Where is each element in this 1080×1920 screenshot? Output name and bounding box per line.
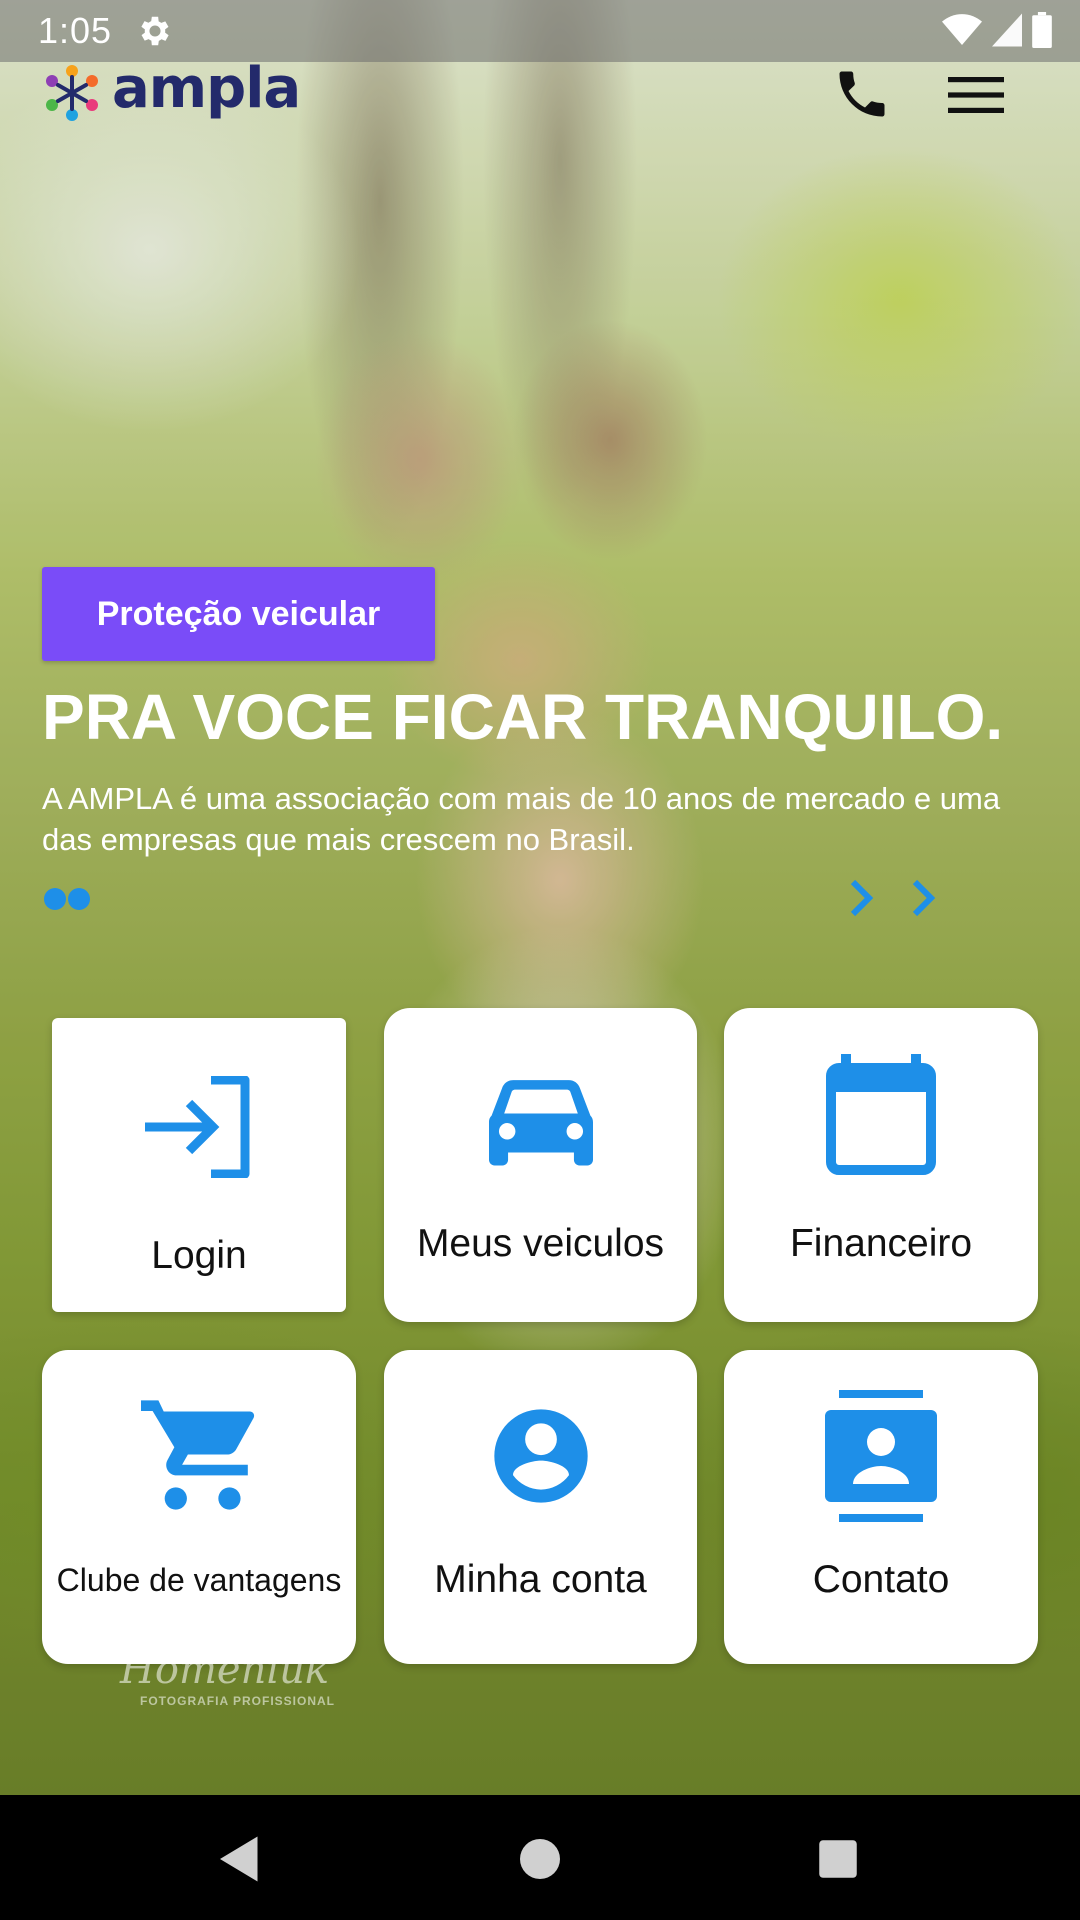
- app-header: ampla: [0, 56, 1080, 172]
- car-icon: [488, 1080, 593, 1166]
- tile-minha-conta[interactable]: Minha conta: [384, 1350, 697, 1664]
- status-bar: 1:05: [0, 0, 1080, 62]
- cell-signal-icon: [992, 13, 1022, 47]
- tile-contato[interactable]: Contato: [724, 1350, 1038, 1664]
- tile-label: Clube de vantagens: [56, 1562, 342, 1598]
- status-icons: [942, 12, 1052, 48]
- contact-card-icon: [825, 1390, 937, 1522]
- hero-title: PRA VOCE FICAR TRANQUILO.: [42, 681, 1004, 753]
- status-time: 1:05: [38, 10, 113, 51]
- calendar-icon: [826, 1054, 936, 1175]
- photographer-watermark: Homeniuk: [120, 1647, 330, 1693]
- wifi-icon: [942, 14, 982, 45]
- logo-wordmark: ampla: [112, 56, 301, 121]
- system-nav-bar: [0, 1795, 1080, 1920]
- tile-label: Contato: [812, 1558, 950, 1601]
- carousel-dot[interactable]: [68, 888, 90, 910]
- login-icon: [145, 1076, 250, 1178]
- shopping-cart-icon: [141, 1400, 255, 1510]
- app-screen: 1:05 ampla Proteção veicular PRA VOCE FI…: [0, 0, 1080, 1920]
- tile-login[interactable]: Login: [52, 1018, 346, 1312]
- hamburger-menu-icon[interactable]: [948, 70, 1004, 120]
- tile-clube-de-vantagens[interactable]: Clube de vantagens: [42, 1350, 356, 1664]
- carousel-indicator: [44, 888, 90, 910]
- tile-label: Meus veiculos: [416, 1222, 665, 1265]
- back-icon[interactable]: [210, 1829, 270, 1889]
- phone-icon[interactable]: [832, 64, 892, 124]
- tile-label: Login: [151, 1234, 247, 1277]
- tile-label: Financeiro: [789, 1222, 973, 1265]
- gear-icon: [141, 16, 169, 46]
- ampla-logo[interactable]: ampla: [40, 56, 301, 124]
- tile-label: Minha conta: [434, 1558, 647, 1601]
- tile-financeiro[interactable]: Financeiro: [724, 1008, 1038, 1322]
- battery-icon: [1032, 12, 1052, 48]
- logo-mark-icon: [46, 65, 98, 121]
- photographer-watermark-subtitle: FOTOGRAFIA PROFISSIONAL: [140, 1694, 336, 1708]
- hero-description: A AMPLA é uma associação com mais de 10 …: [42, 781, 1001, 857]
- chevron-right-icon[interactable]: [908, 878, 938, 918]
- hero-badge-protecao-veicular[interactable]: Proteção veicular: [42, 567, 435, 661]
- chevron-right-icon[interactable]: [846, 878, 876, 918]
- home-icon[interactable]: [510, 1829, 570, 1889]
- carousel-dot[interactable]: [44, 888, 66, 910]
- tile-meus-veiculos[interactable]: Meus veiculos: [384, 1008, 697, 1322]
- account-circle-icon: [493, 1409, 588, 1503]
- recents-icon[interactable]: [808, 1829, 868, 1889]
